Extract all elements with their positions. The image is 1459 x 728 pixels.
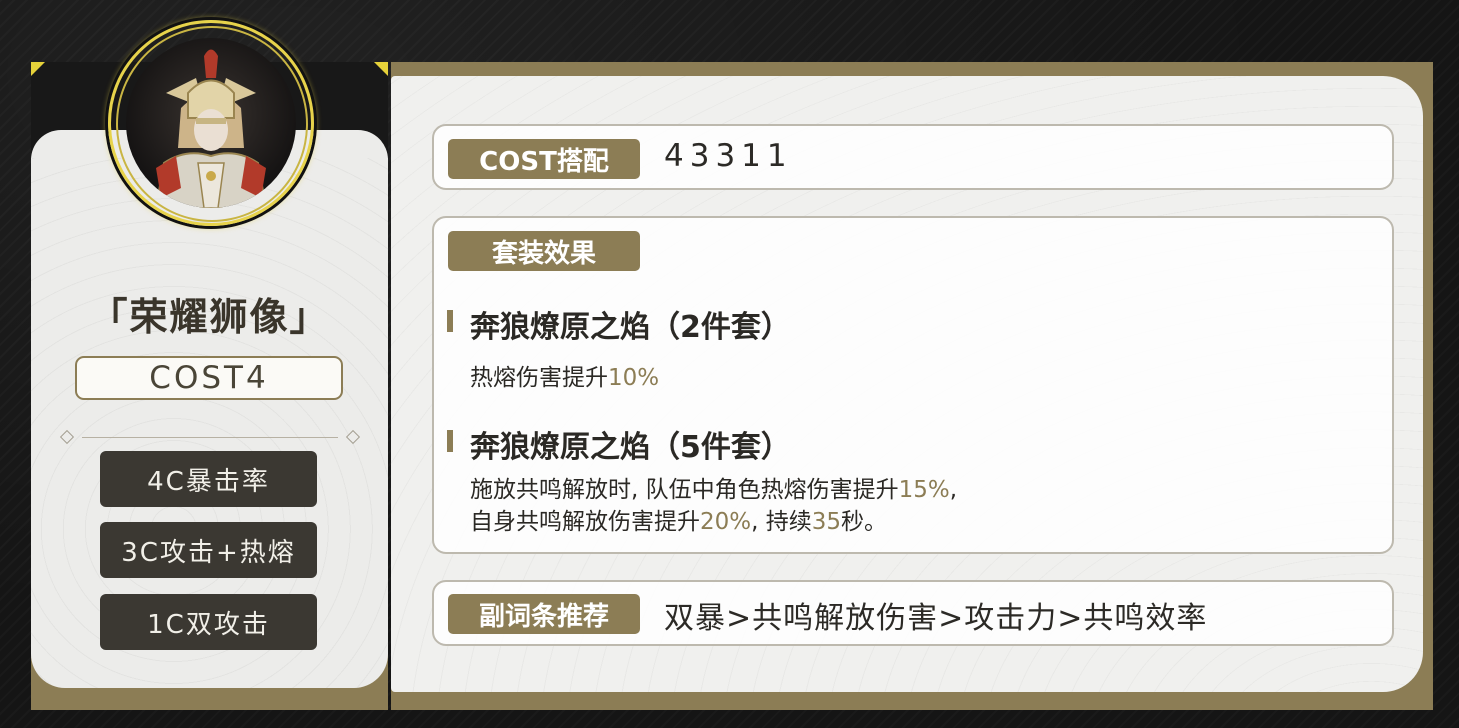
cost-combo-value: 43311 [664, 138, 793, 174]
portrait-ring [108, 20, 314, 226]
set-5pc-desc: 施放共鸣解放时, 队伍中角色热熔伤害提升15%, 自身共鸣解放伤害提升20%, … [470, 477, 958, 535]
echo-name: 「荣耀狮像」 [89, 295, 330, 339]
set-bar-marker [447, 430, 453, 452]
set-2pc-desc: 热熔伤害提升10% [470, 365, 660, 391]
main-stat-1c: 1C双攻击 [100, 594, 317, 650]
set-bar-marker [447, 310, 453, 332]
substat-tag: 副词条推荐 [448, 594, 640, 634]
cost-badge: COST4 [75, 356, 343, 400]
main-stat-3c: 3C攻击+热熔 [100, 522, 317, 578]
divider [59, 429, 361, 445]
set-effect-tag: 套装效果 [448, 231, 640, 271]
substat-value: 双暴>共鸣解放伤害>攻击力>共鸣效率 [664, 601, 1208, 636]
corner-accent-right [374, 62, 388, 76]
main-stat-4c: 4C暴击率 [100, 451, 317, 507]
character-portrait [108, 20, 314, 226]
corner-accent-left [31, 62, 45, 76]
cost-combo-tag: COST搭配 [448, 139, 640, 179]
set-5pc-title: 奔狼燎原之焰（5件套） [470, 430, 791, 465]
set-2pc-title: 奔狼燎原之焰（2件套） [470, 310, 791, 345]
